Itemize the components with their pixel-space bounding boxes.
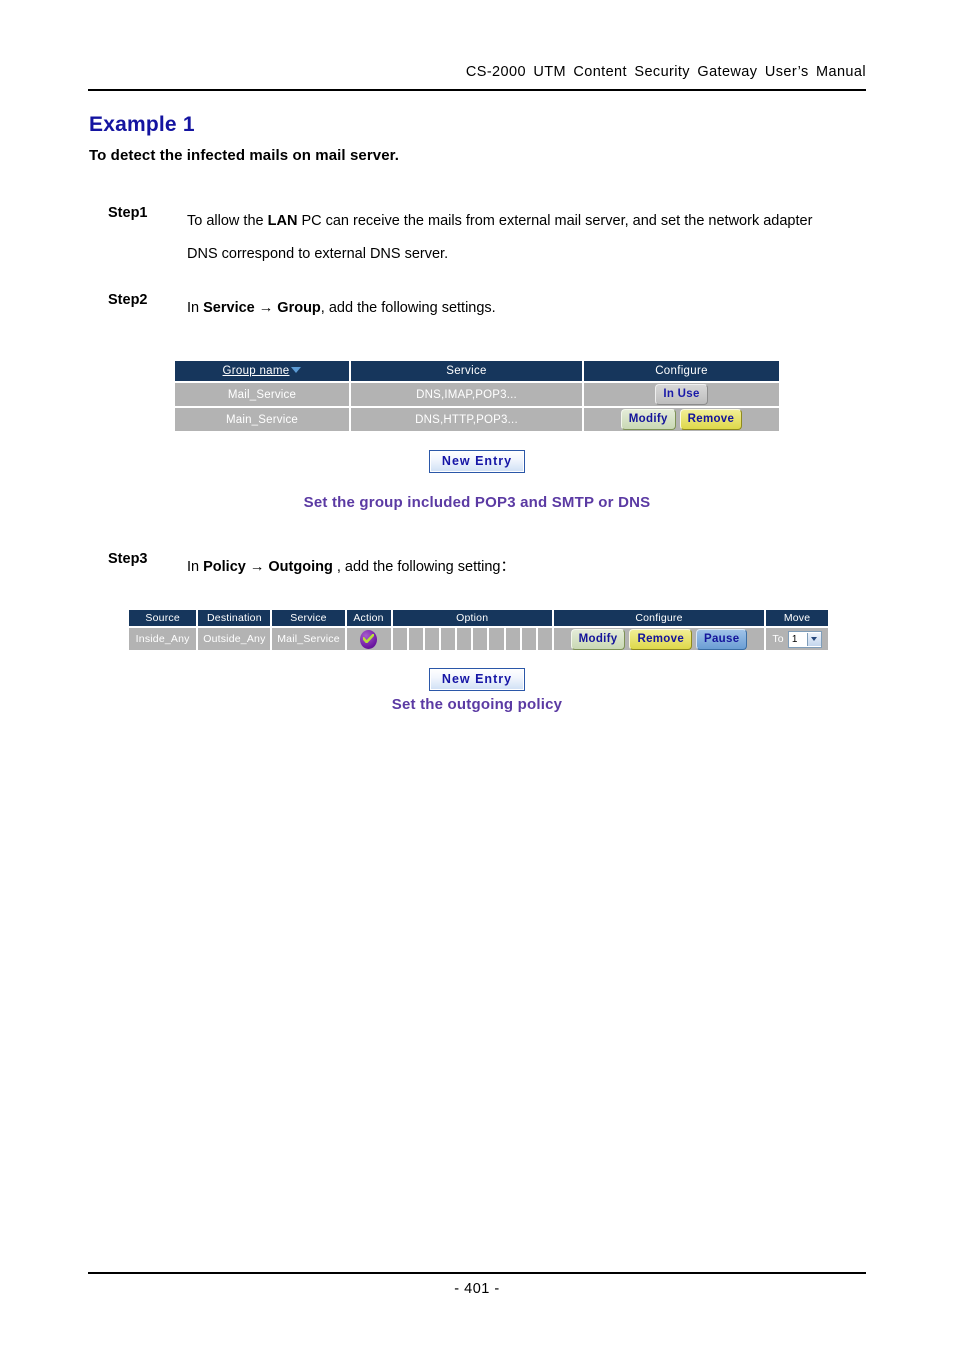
table-row: Main_Service DNS,HTTP,POP3... Modify Remo… <box>175 408 779 431</box>
option-flag-cell <box>392 628 407 650</box>
chevron-down-icon[interactable] <box>806 632 821 646</box>
step1-line1-post: PC can receive the mails from external m… <box>297 213 760 229</box>
column-header-action: Action <box>346 610 391 626</box>
step3-menu-policy: Policy <box>203 559 246 575</box>
new-entry-button[interactable]: New Entry <box>428 450 526 473</box>
modify-button[interactable]: Modify <box>570 628 626 650</box>
cell-service: DNS,HTTP,POP3... <box>351 408 582 431</box>
cell-group-name: Mail_Service <box>175 383 349 406</box>
column-header-group-name[interactable]: Group name <box>175 361 349 381</box>
new-entry-row-2: New Entry <box>0 668 954 691</box>
running-header: CS-2000 UTM Content Security Gateway Use… <box>465 64 866 80</box>
check-mark-icon <box>363 633 375 643</box>
step1-text: To allow the LAN PC can receive the mail… <box>187 205 827 271</box>
option-flag-cell <box>521 628 536 650</box>
table-row: Mail_Service DNS,IMAP,POP3... In Use <box>175 383 779 406</box>
table-row: Inside_Any Outside_Any Mail_Service Modi… <box>129 628 828 650</box>
option-flag-cell <box>489 628 504 650</box>
cell-destination: Outside_Any <box>198 628 271 650</box>
modify-button[interactable]: Modify <box>620 409 676 430</box>
option-flag-cell <box>424 628 439 650</box>
step1-line1-pre: To allow the <box>187 213 268 229</box>
step1-label: Step1 <box>108 205 148 221</box>
step2-pre: In <box>187 300 204 316</box>
move-position-select[interactable]: 1 <box>787 630 822 648</box>
move-position-value: 1 <box>791 633 798 645</box>
service-group-table: Group name Service Configure Mail_Servic… <box>173 359 781 433</box>
step3-pre: In <box>187 559 204 575</box>
step2-text: In Service → Group, add the following se… <box>187 292 827 325</box>
cell-configure: Modify Remove <box>584 408 779 431</box>
remove-button[interactable]: Remove <box>679 409 743 430</box>
permit-check-icon <box>360 629 378 649</box>
option-flag-cell <box>408 628 423 650</box>
cell-source: Inside_Any <box>129 628 197 650</box>
step2-arrow-icon: → <box>258 300 274 316</box>
sort-descending-icon[interactable] <box>291 367 302 373</box>
cell-configure: Modify Remove Pause <box>553 628 765 650</box>
column-header-service: Service <box>351 361 582 381</box>
step3-post: , add the following setting： <box>332 559 515 575</box>
column-header-configure: Configure <box>553 610 765 626</box>
option-flag-strip <box>392 628 552 650</box>
step1-keyword-lan: LAN <box>267 213 298 229</box>
cell-configure: In Use <box>584 383 779 406</box>
column-header-source: Source <box>129 610 197 626</box>
header-divider <box>88 89 866 91</box>
step2-post: , add the following settings. <box>320 300 496 316</box>
step3-text: In Policy → Outgoing , add the following… <box>187 551 827 584</box>
column-header-move: Move <box>766 610 828 626</box>
cell-option <box>392 628 552 650</box>
manual-page: CS-2000 UTM Content Security Gateway Use… <box>0 0 954 1350</box>
cell-action <box>346 628 391 650</box>
new-entry-row-1: New Entry <box>0 450 954 473</box>
sort-link-group-name[interactable]: Group name <box>223 365 290 377</box>
policy-table: Source Destination Service Action Option… <box>127 608 830 652</box>
column-header-configure: Configure <box>584 361 779 381</box>
figure-caption-1: Set the group included POP3 and SMTP or … <box>303 494 651 511</box>
page-title: Example 1 <box>89 113 195 136</box>
cell-group-name: Main_Service <box>175 408 349 431</box>
table-header-row: Source Destination Service Action Option… <box>129 610 828 626</box>
option-flag-cell <box>505 628 520 650</box>
option-flag-cell <box>473 628 488 650</box>
step2-label: Step2 <box>108 292 148 308</box>
cell-move: To 1 <box>766 628 828 650</box>
page-number: - 401 - <box>454 1281 500 1297</box>
table-header-row: Group name Service Configure <box>175 361 779 381</box>
step3-menu-outgoing: Outgoing <box>268 559 333 575</box>
step2-menu-service: Service <box>203 300 255 316</box>
new-entry-button[interactable]: New Entry <box>428 668 526 691</box>
step3-arrow-icon: → <box>249 559 265 575</box>
column-header-service: Service <box>272 610 345 626</box>
in-use-button[interactable]: In Use <box>655 384 708 405</box>
step2-menu-group: Group <box>277 300 321 316</box>
option-flag-cell <box>440 628 456 650</box>
move-to-label: To <box>772 633 784 645</box>
column-header-option: Option <box>392 610 552 626</box>
cell-service: Mail_Service <box>272 628 345 650</box>
pause-button[interactable]: Pause <box>696 628 748 650</box>
cell-service: DNS,IMAP,POP3... <box>351 383 582 406</box>
page-subtitle: To detect the infected mails on mail ser… <box>89 147 400 164</box>
column-header-destination: Destination <box>198 610 271 626</box>
option-flag-cell <box>457 628 472 650</box>
option-flag-cell <box>537 628 552 650</box>
move-control: To 1 <box>766 628 828 650</box>
footer-divider <box>88 1272 866 1274</box>
service-group-table-figure: Group name Service Configure Mail_Servic… <box>173 359 781 433</box>
remove-button[interactable]: Remove <box>629 628 693 650</box>
figure-caption-2: Set the outgoing policy <box>391 696 563 713</box>
step3-label: Step3 <box>108 551 148 567</box>
policy-outgoing-table-figure: Source Destination Service Action Option… <box>127 608 830 652</box>
